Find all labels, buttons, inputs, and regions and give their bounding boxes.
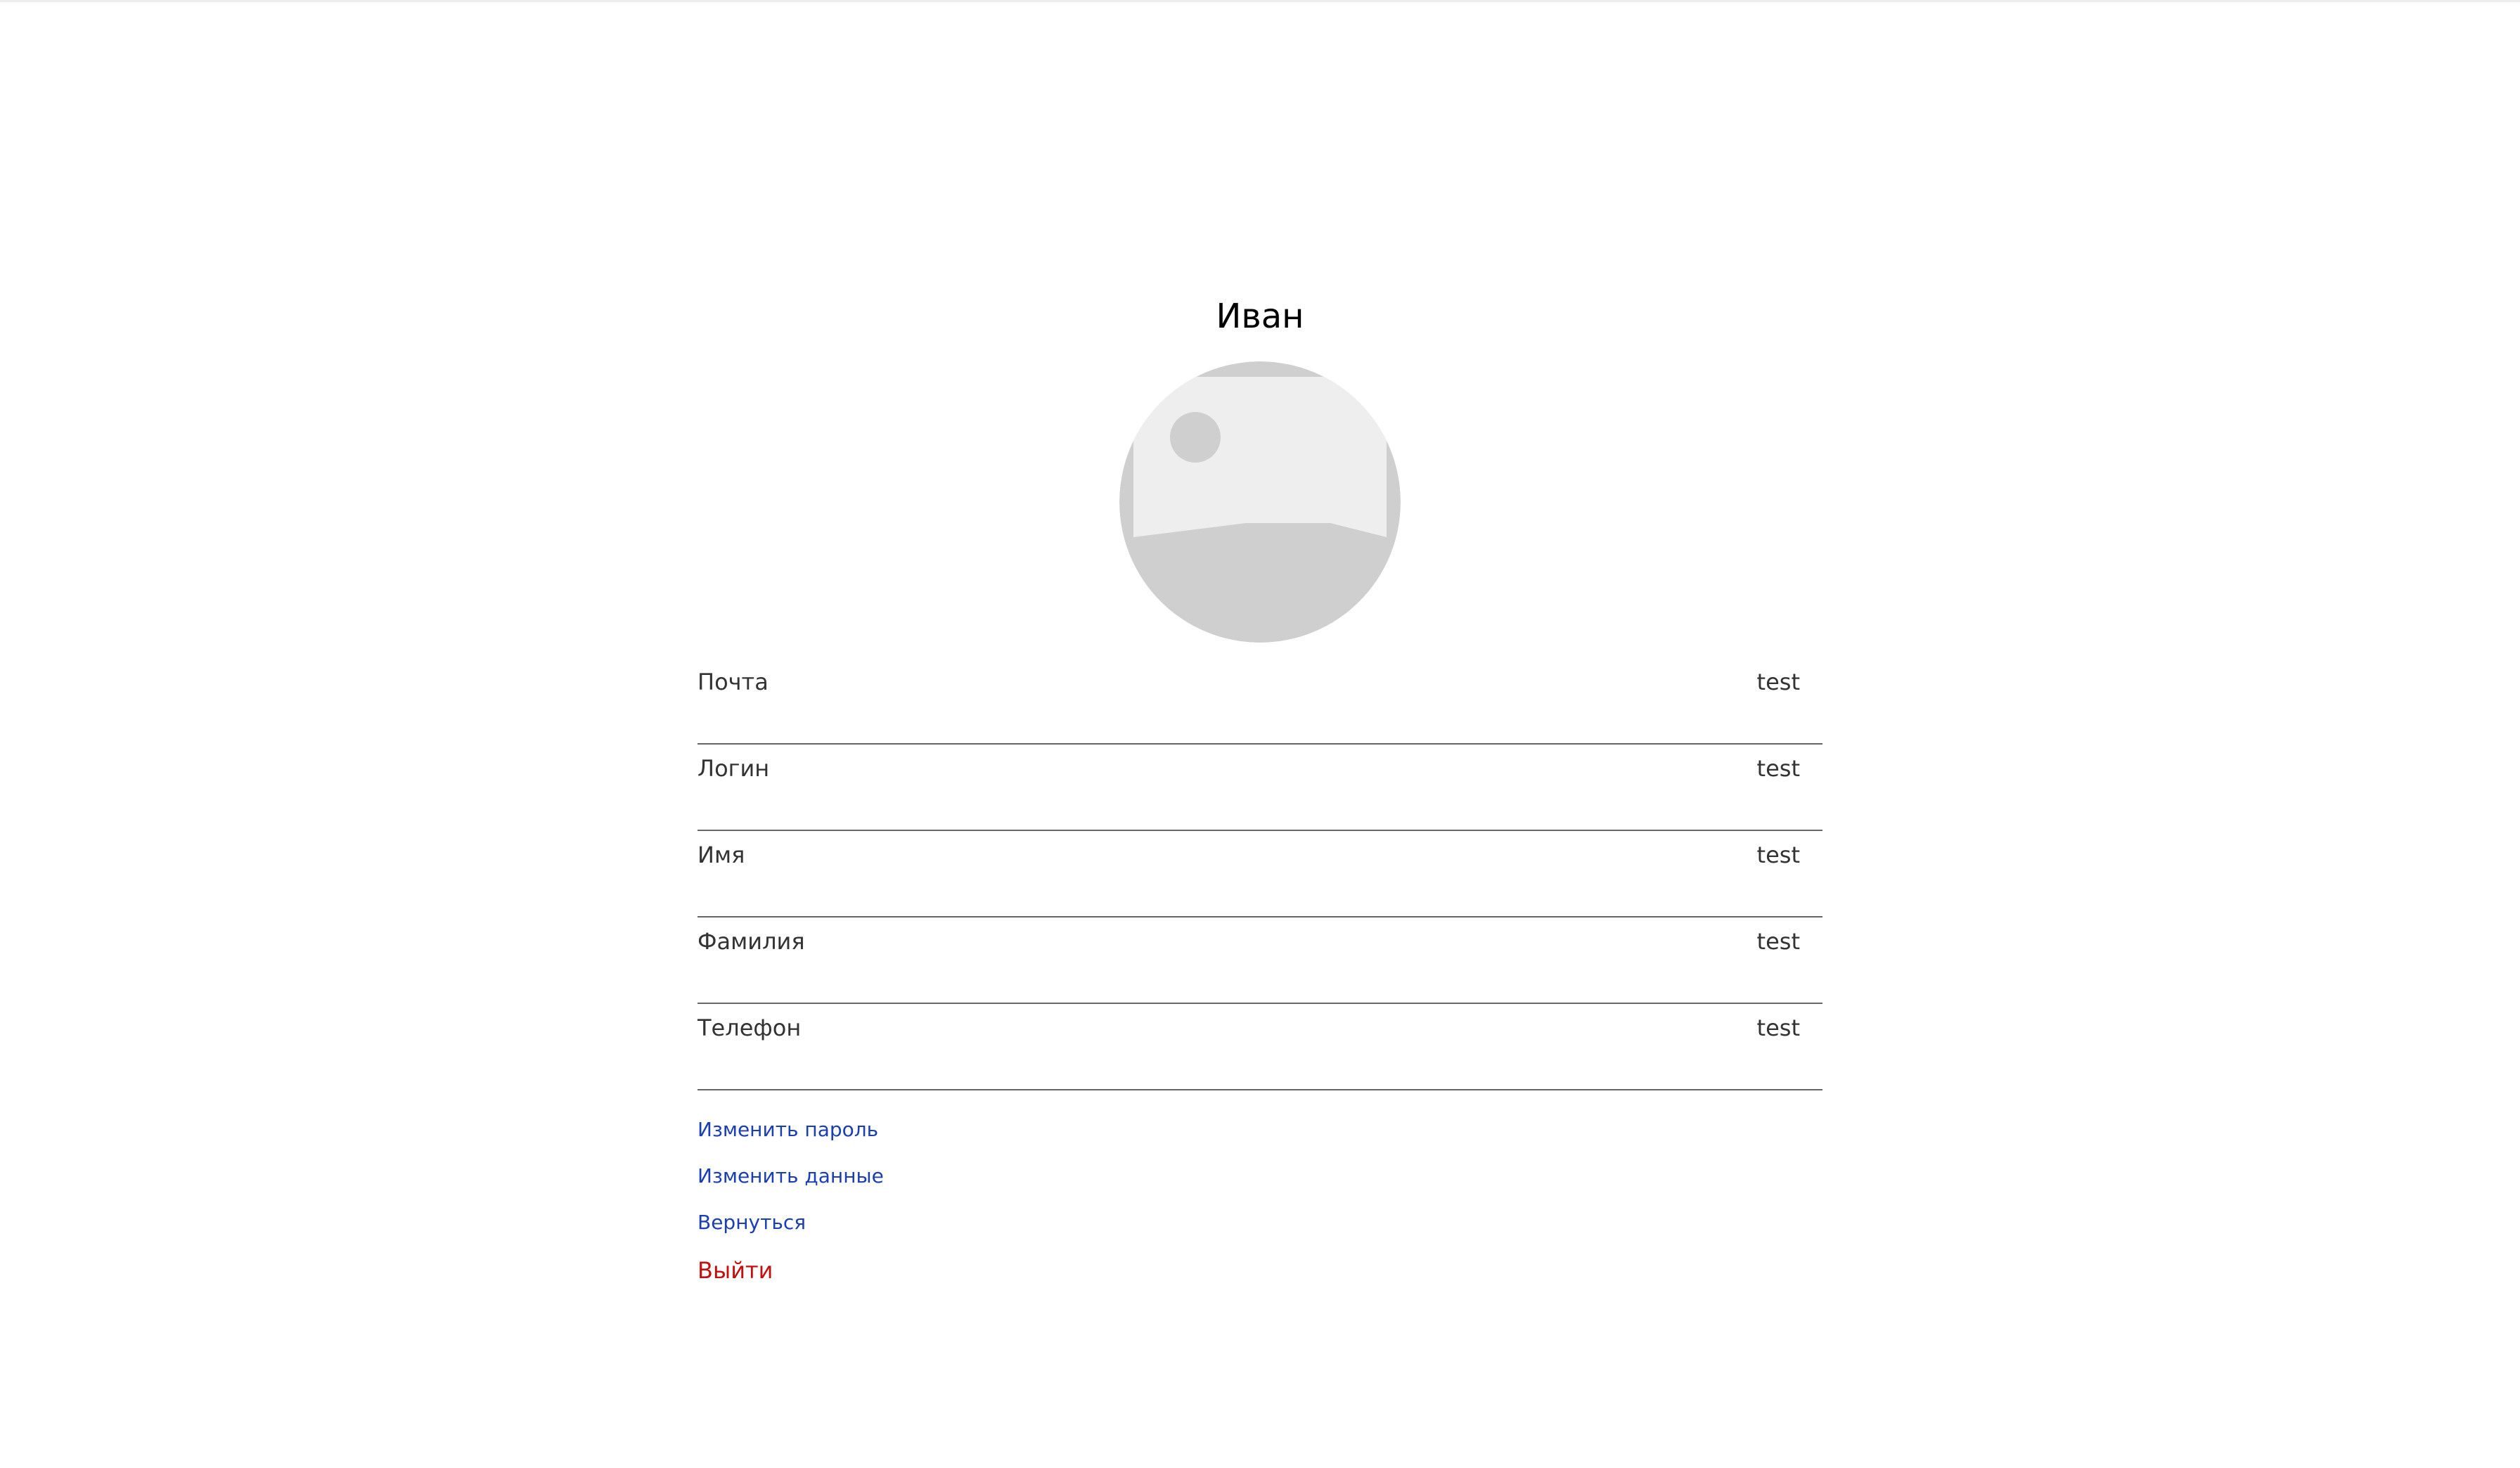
logout-link[interactable]: Выйти bbox=[698, 1256, 773, 1284]
field-value-phone: test bbox=[1756, 1015, 1800, 1041]
field-value-last-name: test bbox=[1756, 928, 1800, 955]
field-row-last-name: Фамилия test bbox=[698, 918, 1822, 1004]
go-back-link[interactable]: Вернуться bbox=[698, 1210, 806, 1235]
field-value-first-name: test bbox=[1756, 842, 1800, 868]
field-row-email: Почта test bbox=[698, 658, 1822, 745]
profile-name: Иван bbox=[1216, 297, 1304, 336]
field-value-email: test bbox=[1756, 669, 1800, 695]
profile-actions: Изменить пароль Изменить данные Вернутьс… bbox=[698, 1117, 1822, 1284]
profile-page: Иван Почта test Логин test Имя test Фами… bbox=[698, 295, 1822, 1306]
field-label-last-name: Фамилия bbox=[698, 928, 805, 955]
image-placeholder-icon[interactable] bbox=[1119, 361, 1401, 643]
profile-fields: Почта test Логин test Имя test Фамилия t… bbox=[698, 658, 1822, 1090]
field-label-email: Почта bbox=[698, 669, 769, 695]
field-row-login: Логин test bbox=[698, 745, 1822, 831]
field-value-login: test bbox=[1756, 755, 1800, 782]
change-data-link[interactable]: Изменить данные bbox=[698, 1164, 884, 1189]
top-border bbox=[0, 0, 2520, 2]
field-label-first-name: Имя bbox=[698, 842, 745, 868]
change-password-link[interactable]: Изменить пароль bbox=[698, 1117, 878, 1142]
field-row-phone: Телефон test bbox=[698, 1004, 1822, 1090]
field-label-phone: Телефон bbox=[698, 1015, 802, 1041]
field-label-login: Логин bbox=[698, 755, 770, 782]
field-row-first-name: Имя test bbox=[698, 831, 1822, 918]
avatar-container bbox=[698, 361, 1822, 643]
